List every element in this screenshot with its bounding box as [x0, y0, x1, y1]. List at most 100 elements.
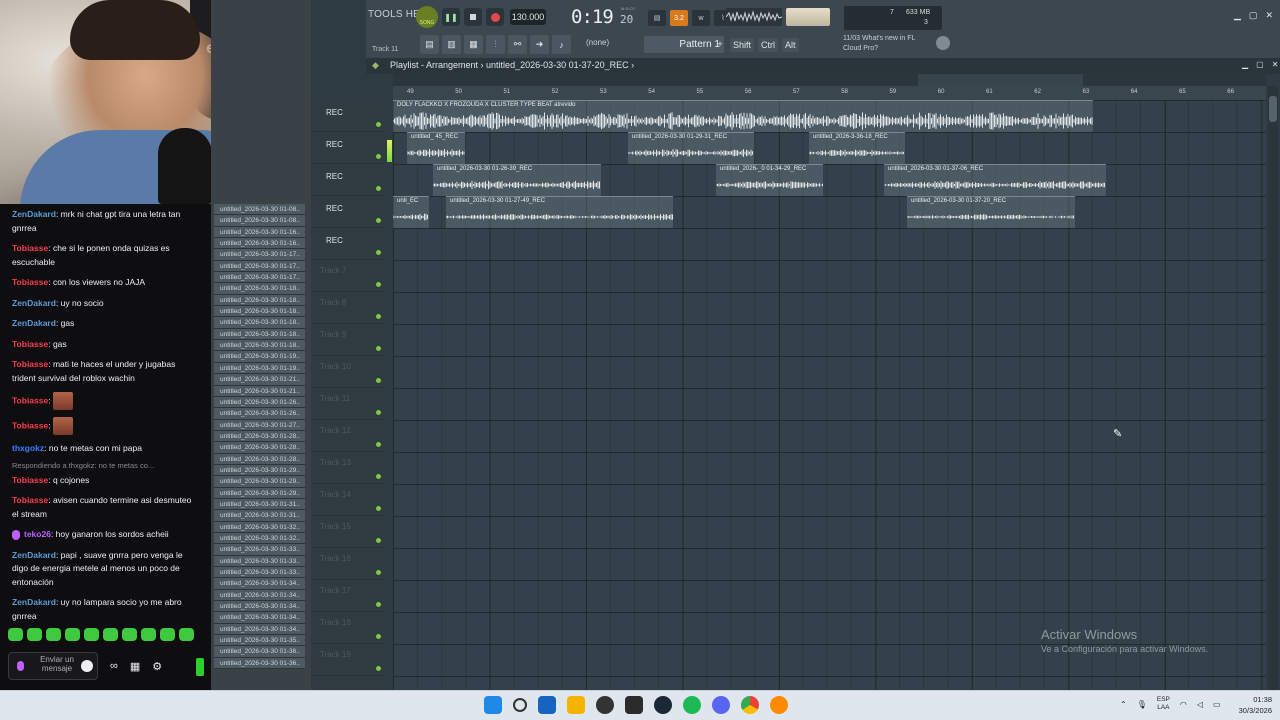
track-header[interactable]: Track 19 [314, 644, 384, 676]
chat-username[interactable]: ZenDakard [12, 298, 56, 308]
chat-username[interactable]: Tobiasse [12, 339, 48, 349]
browser-file-item[interactable]: untitled_2026-03-30 01-26.. [214, 408, 305, 420]
playlist-icon[interactable]: ▤ [420, 35, 439, 54]
chat-send-button[interactable] [196, 658, 204, 676]
mixer-icon[interactable]: ⫶ [486, 35, 505, 54]
track-mute-icon[interactable] [376, 314, 381, 319]
browser-file-item[interactable]: untitled_2026-03-30 01-08.. [214, 204, 305, 216]
chat-username[interactable]: Tobiasse [12, 395, 48, 405]
add-pattern-button[interactable]: + [715, 36, 725, 53]
track-header[interactable]: REC [314, 228, 384, 260]
ctrl-key[interactable]: Ctrl [758, 38, 779, 52]
audio-clip[interactable]: untitled_ 45_REC [407, 132, 465, 164]
audio-clip[interactable]: untitled_2026-03-30 01-29-31_REC [628, 132, 754, 164]
keyboard-icon[interactable]: ▤ [648, 10, 666, 26]
browser-file-item[interactable]: untitled_2026-03-30 01-28.. [214, 430, 305, 443]
audio-clip[interactable]: untitled_2026-03-30 01-37-06_REC [884, 164, 1106, 196]
shift-key[interactable]: Shift [730, 38, 755, 52]
battery-icon[interactable]: ▭ [1213, 700, 1221, 709]
browser-file-item[interactable]: untitled_2026-03-30 01-29.. [214, 487, 305, 499]
audio-clip[interactable]: unti_EC [393, 196, 429, 228]
emote-icon[interactable] [103, 628, 118, 641]
playlist-overview[interactable] [393, 74, 1266, 86]
browser-file-item[interactable]: untitled_2026-03-30 01-18.. [214, 294, 305, 307]
browser-file-item[interactable]: untitled_2026-03-30 01-29.. [214, 476, 305, 488]
mic-tray-icon[interactable]: 🎙︎ [1137, 700, 1147, 709]
track-mute-icon[interactable] [376, 506, 381, 511]
chat-username[interactable]: thxgokz [12, 443, 44, 453]
emote-icon[interactable] [141, 628, 156, 641]
playlist-menu-icon[interactable]: ◆ [372, 60, 379, 71]
wifi-icon[interactable]: ◠ [1180, 700, 1187, 709]
track-header[interactable]: Track 11 [314, 388, 384, 420]
track-mute-icon[interactable] [376, 250, 381, 255]
tempo-display[interactable]: 130.000 [510, 9, 546, 25]
pattern-picker[interactable]: Pattern 1 [644, 36, 724, 53]
chat-input[interactable]: Enviar un mensaje [8, 652, 98, 680]
audio-clip[interactable]: DOLY FLACKKO X FROZOUDA X CLUSTER TYPE B… [393, 100, 1093, 132]
track-mute-icon[interactable] [376, 282, 381, 287]
chat-username[interactable]: Tobiasse [12, 277, 48, 287]
track-mute-icon[interactable] [376, 442, 381, 447]
track-header[interactable]: Track 7 [314, 260, 384, 292]
browser-file-item[interactable]: untitled_2026-03-30 01-18.. [214, 328, 305, 341]
vertical-scrollbar[interactable] [1268, 86, 1278, 690]
track-mute-icon[interactable] [376, 346, 381, 351]
minimize-icon[interactable]: ▁ [1234, 10, 1241, 21]
record-button[interactable] [486, 8, 504, 26]
chevron-up-icon[interactable]: ⌃ [1120, 700, 1127, 709]
chat-username[interactable]: Tobiasse [12, 495, 48, 505]
track-mute-icon[interactable] [376, 474, 381, 479]
track-mute-icon[interactable] [376, 634, 381, 639]
track-header[interactable]: Track 17 [314, 580, 384, 612]
emote-icon[interactable] [84, 628, 99, 641]
emote-icon[interactable] [179, 628, 194, 641]
browser-file-item[interactable]: untitled_2026-03-30 01-18.. [214, 340, 305, 352]
language-indicator[interactable]: ESP LAA [1157, 696, 1170, 712]
spotify-icon[interactable] [683, 696, 701, 714]
browser-file-item[interactable]: untitled_2026-03-30 01-29.. [214, 464, 305, 477]
gift-icon[interactable]: ▦ [130, 660, 140, 673]
track-mute-icon[interactable] [376, 570, 381, 575]
browser-file-item[interactable]: untitled_2026-03-30 01-31.. [214, 510, 305, 522]
track-header[interactable]: Track 14 [314, 484, 384, 516]
browser-file-item[interactable]: untitled_2026-03-30 01-28.. [214, 453, 305, 465]
track-mute-icon[interactable] [376, 666, 381, 671]
plugin-icon[interactable]: ⚯ [508, 35, 527, 54]
alt-key[interactable]: Alt [782, 38, 799, 52]
close-icon[interactable]: ✕ [1265, 10, 1273, 21]
browser-file-item[interactable]: untitled_2026-03-30 01-18.. [214, 306, 305, 318]
browser-file-item[interactable]: untitled_2026-03-30 01-33.. [214, 567, 305, 579]
emote-icon[interactable] [46, 628, 61, 641]
track-header[interactable]: REC [314, 164, 384, 196]
file-explorer-icon[interactable] [567, 696, 585, 714]
chat-username[interactable]: ZenDakard [12, 318, 56, 328]
chat-username[interactable]: Tobiasse [12, 243, 48, 253]
browser-file-item[interactable]: untitled_2026-03-30 01-17.. [214, 249, 305, 261]
obs-icon[interactable] [596, 696, 614, 714]
track-header[interactable]: Track 15 [314, 516, 384, 548]
minimize-icon[interactable]: ▁ [1242, 60, 1248, 69]
pattern-selector[interactable]: (none) [586, 38, 609, 47]
close-icon[interactable]: ✕ [1272, 60, 1279, 69]
browser-file-item[interactable]: untitled_2026-03-30 01-32.. [214, 532, 305, 545]
track-mute-icon[interactable] [376, 602, 381, 607]
emote-icon[interactable] [160, 628, 175, 641]
track-header[interactable]: Track 9 [314, 324, 384, 356]
overview-window[interactable] [918, 74, 1083, 86]
track-mute-icon[interactable] [376, 186, 381, 191]
timeline-ruler[interactable]: 49 50 51 52 53 54 55 56 57 58 59 60 61 62 63 64 65 66 [393, 86, 1266, 100]
chrome-icon[interactable] [741, 696, 759, 714]
store-icon[interactable] [538, 696, 556, 714]
audio-clip[interactable]: untitled_2026-03-30 01-26-39_REC [433, 164, 601, 196]
mic-record-icon[interactable]: ♪ [552, 35, 571, 54]
browser-file-item[interactable]: untitled_2026-03-30 01-27.. [214, 419, 305, 431]
track-header[interactable]: Track 16 [314, 548, 384, 580]
track-header[interactable]: Track 18 [314, 612, 384, 644]
track-header[interactable]: Track 12 [314, 420, 384, 452]
bits-icon[interactable]: ∞ [110, 660, 118, 672]
emote-icon[interactable] [27, 628, 42, 641]
browser-file-item[interactable]: untitled_2026-03-30 01-35.. [214, 635, 305, 647]
arrangement-grid[interactable]: DOLY FLACKKO X FROZOUDA X CLUSTER TYPE B… [393, 100, 1266, 690]
track-header[interactable]: REC [314, 100, 384, 132]
